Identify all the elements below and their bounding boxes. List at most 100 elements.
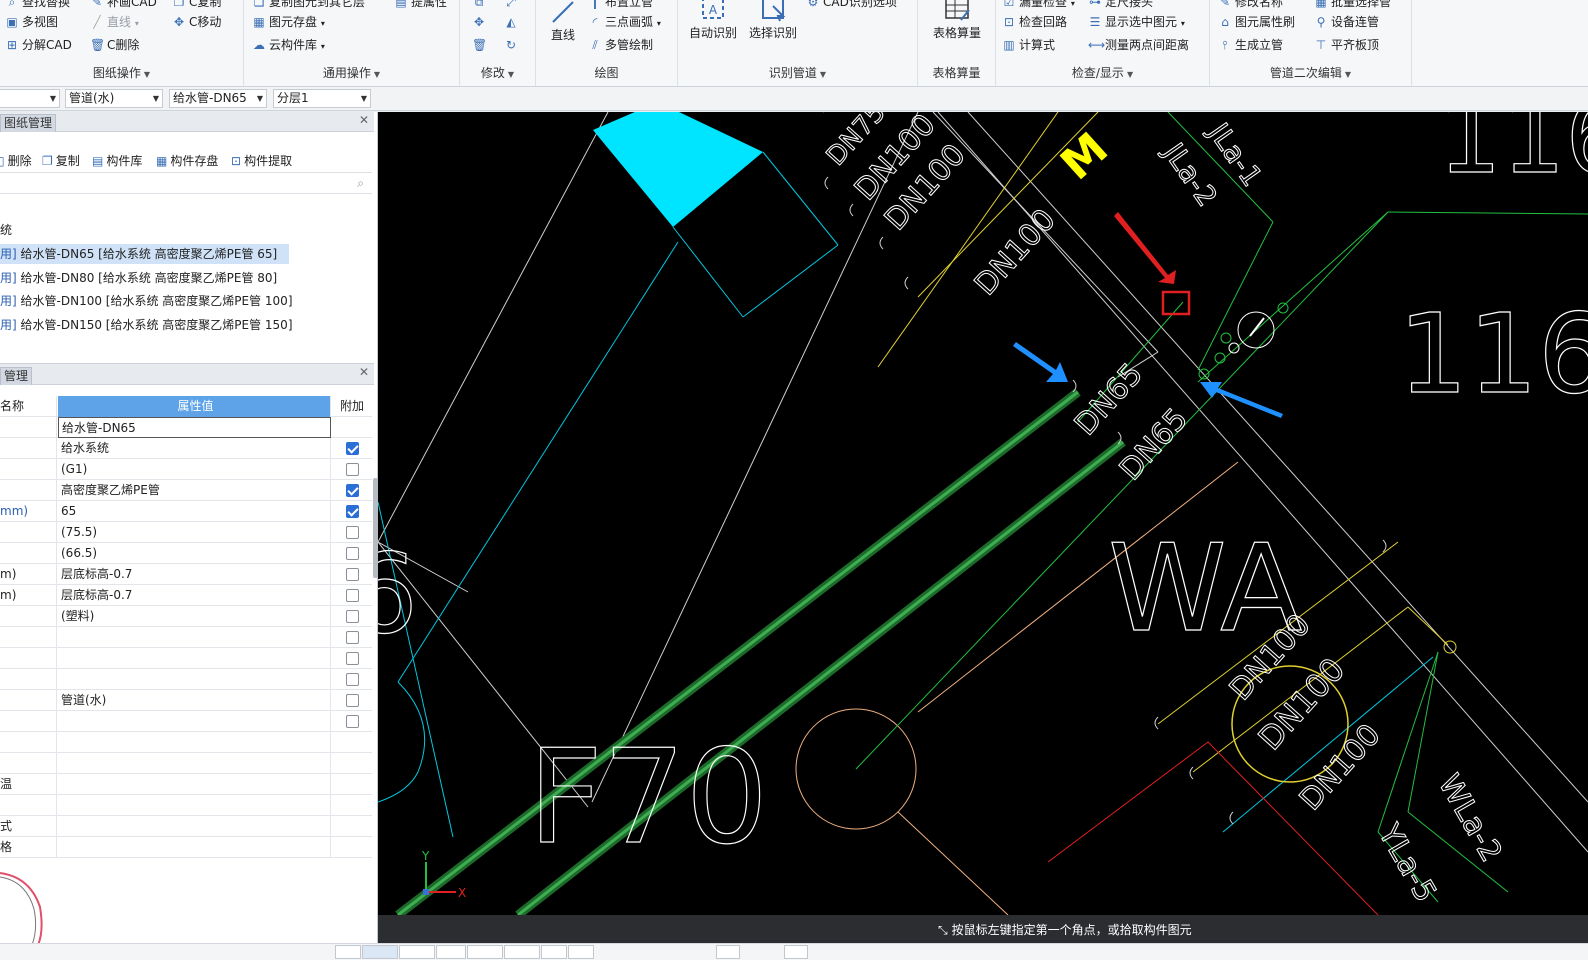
table-row[interactable]: (塑料): [0, 606, 372, 627]
table-row[interactable]: 高密度聚乙烯PE管: [0, 480, 372, 501]
cad-recognize-options-button[interactable]: ⚙ CAD识别选项: [806, 0, 897, 10]
generate-riser-button[interactable]: ⫯ 生成立管: [1218, 37, 1283, 53]
cad-canvas[interactable]: DN75 DN100 DN100 DN100 M JLa-1 JLa-2 DN6…: [378, 112, 1588, 915]
table-row[interactable]: [0, 732, 372, 753]
cyan-block[interactable]: [593, 112, 763, 227]
component-library-button[interactable]: ▤ 构件库: [92, 152, 142, 169]
view-tab[interactable]: [568, 945, 594, 959]
table-calc-button[interactable]: 表格算量: [926, 0, 988, 41]
group-title[interactable]: 管道二次编辑 ▼: [1210, 64, 1411, 81]
table-row[interactable]: 温: [0, 774, 372, 795]
check-loop-button[interactable]: ⊡ 检查回路: [1002, 14, 1067, 30]
extract-prop-button[interactable]: ▤ 提属性: [394, 0, 447, 10]
floor-select[interactable]: ▼: [0, 89, 60, 108]
group-title[interactable]: 修改 ▼: [460, 64, 535, 81]
table-row[interactable]: [0, 753, 372, 774]
property-value[interactable]: 65: [58, 501, 331, 522]
extra-checkbox[interactable]: [345, 526, 359, 539]
extra-checkbox[interactable]: [345, 463, 359, 476]
table-row[interactable]: 格: [0, 837, 372, 858]
extra-checkbox[interactable]: [345, 484, 359, 497]
layer-select[interactable]: 分层1 ▼: [273, 89, 371, 108]
table-row[interactable]: mm) 65: [0, 501, 372, 522]
close-icon[interactable]: ✕: [359, 113, 369, 127]
component-save-button[interactable]: ▦ 构件存盘: [156, 152, 218, 169]
formula-button[interactable]: ▥ 计算式: [1002, 37, 1055, 53]
extra-checkbox[interactable]: [345, 631, 359, 644]
align-slab-top-button[interactable]: ⊤ 平齐板顶: [1314, 37, 1379, 53]
list-item[interactable]: 用] 给水管-DN80 [给水系统 高密度聚乙烯PE管 80]: [0, 268, 277, 288]
c-move-button[interactable]: ✥ C移动: [172, 14, 221, 30]
prop-brush-button[interactable]: ⌂ 图元属性刷: [1218, 14, 1295, 30]
device-connect-button[interactable]: ⚲ 设备连管: [1314, 14, 1379, 30]
table-row[interactable]: [0, 627, 372, 648]
property-value[interactable]: [58, 837, 331, 858]
list-item[interactable]: 用] 给水管-DN100 [给水系统 高密度聚乙烯PE管 100]: [0, 291, 293, 311]
tab-drawing-management[interactable]: 图纸管理: [0, 114, 57, 132]
tree-root[interactable]: 统: [0, 220, 12, 240]
find-replace-button[interactable]: ⌕ 查找替换: [5, 0, 70, 10]
extra-checkbox[interactable]: [345, 589, 359, 602]
delete-button[interactable]: 🗑: [472, 37, 489, 53]
missing-check-button[interactable]: ☑ 漏量检查 ▾: [1002, 0, 1075, 12]
property-value[interactable]: [58, 669, 331, 690]
component-search[interactable]: ⌕: [0, 172, 372, 194]
property-value[interactable]: (66.5): [58, 543, 331, 564]
close-icon[interactable]: ✕: [359, 365, 369, 379]
table-row[interactable]: 式: [0, 816, 372, 837]
show-selected-button[interactable]: ☰ 显示选中图元 ▾: [1088, 14, 1185, 32]
component-extract-button[interactable]: ⊡ 构件提取: [231, 152, 292, 169]
mirror-button[interactable]: ◭: [504, 14, 521, 30]
auto-recognize-button[interactable]: A 自动识别: [688, 0, 738, 41]
property-value[interactable]: [58, 816, 331, 837]
group-title[interactable]: 识别管道 ▼: [678, 64, 917, 81]
table-row[interactable]: m) 层底标高-0.7: [0, 585, 372, 606]
view-tab[interactable]: [335, 945, 361, 959]
tab-property-management[interactable]: 管理: [0, 367, 33, 385]
view-tab[interactable]: [362, 945, 398, 959]
c-delete-button[interactable]: 🗑 C删除: [90, 37, 139, 53]
place-riser-button[interactable]: ┃ 布置立管: [588, 0, 653, 10]
rotate-button[interactable]: ↻: [504, 37, 521, 53]
multi-view-button[interactable]: ▣ 多视图: [5, 14, 58, 30]
measure-distance-button[interactable]: ⟷测量两点间距离: [1088, 37, 1189, 53]
table-row[interactable]: 给水管-DN65: [0, 417, 372, 438]
view-tab[interactable]: [399, 945, 435, 959]
property-value[interactable]: [58, 648, 331, 669]
three-point-arc-button[interactable]: ◜ 三点画弧 ▾: [588, 14, 661, 32]
group-title[interactable]: 通用操作 ▼: [244, 64, 459, 81]
table-row[interactable]: [0, 795, 372, 816]
view-tab[interactable]: [541, 945, 567, 959]
table-row[interactable]: 管道(水): [0, 690, 372, 711]
move-button[interactable]: ✥: [472, 14, 489, 30]
property-value[interactable]: (塑料): [58, 606, 331, 627]
extra-checkbox[interactable]: [345, 442, 359, 455]
extra-checkbox[interactable]: [345, 673, 359, 686]
property-value[interactable]: 层底标高-0.7: [58, 585, 331, 606]
view-tab[interactable]: [467, 945, 503, 959]
table-row[interactable]: [0, 648, 372, 669]
c-copy-button[interactable]: ❐ C复制: [172, 0, 222, 10]
property-value[interactable]: [58, 627, 331, 648]
table-row[interactable]: [0, 711, 372, 732]
group-title[interactable]: 检查/显示 ▼: [996, 64, 1209, 81]
extra-checkbox[interactable]: [345, 568, 359, 581]
copy-to-layer-button[interactable]: ❏ 复制图元到其它层: [252, 0, 365, 10]
cad-drawing[interactable]: DN75 DN100 DN100 DN100 M JLa-1 JLa-2 DN6…: [378, 112, 1588, 915]
component-select[interactable]: 给水管-DN65 ▼: [169, 89, 267, 108]
extra-checkbox[interactable]: [345, 715, 359, 728]
element-save-button[interactable]: ▦ 图元存盘 ▾: [252, 14, 325, 32]
select-recognize-button[interactable]: 选择识别: [746, 0, 800, 41]
copy-button[interactable]: ❐ 复制: [42, 152, 80, 169]
table-row[interactable]: (66.5): [0, 543, 372, 564]
rename-button[interactable]: ✎ 修改名称: [1218, 0, 1283, 10]
property-value[interactable]: (G1): [58, 459, 331, 480]
table-row[interactable]: m) 层底标高-0.7: [0, 564, 372, 585]
view-tab[interactable]: [504, 945, 540, 959]
view-tab[interactable]: [784, 945, 808, 959]
offset-button[interactable]: ⧉: [472, 0, 489, 10]
extra-checkbox[interactable]: [345, 505, 359, 518]
cloud-library-button[interactable]: ☁ 云构件库 ▾: [252, 37, 325, 55]
property-value[interactable]: 层底标高-0.7: [58, 564, 331, 585]
extra-checkbox[interactable]: [345, 694, 359, 707]
